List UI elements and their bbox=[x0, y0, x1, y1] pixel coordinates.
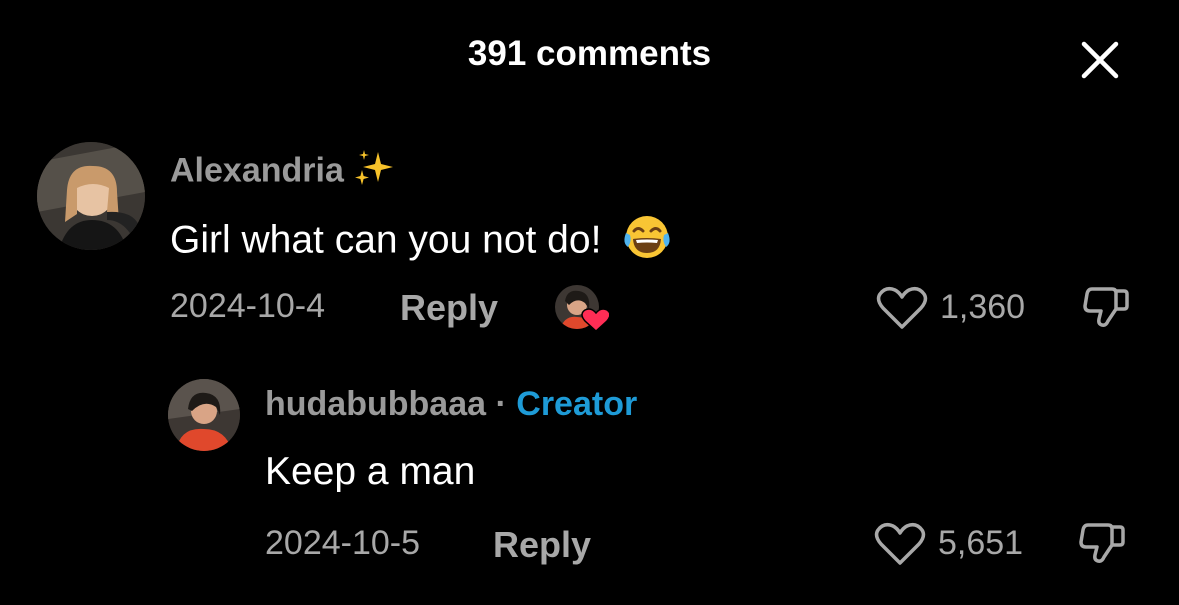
reply-button[interactable]: Reply bbox=[493, 524, 591, 566]
reply-username-row: hudabubbaaa · Creator bbox=[265, 385, 637, 424]
reply-username[interactable]: hudabubbaaa bbox=[265, 385, 486, 423]
laughing-emoji bbox=[620, 213, 674, 271]
reply-date: 2024-10-5 bbox=[265, 524, 421, 562]
dislike-button[interactable] bbox=[1080, 283, 1132, 333]
reply-button[interactable]: Reply bbox=[400, 287, 498, 329]
dislike-icon bbox=[1079, 523, 1125, 563]
heart-icon bbox=[876, 286, 928, 329]
dislike-button[interactable] bbox=[1076, 519, 1128, 569]
comment-date: 2024-10-4 bbox=[170, 287, 326, 325]
comment-text: Girl what can you not do! bbox=[170, 213, 674, 271]
separator: · bbox=[495, 385, 507, 423]
heart-icon bbox=[874, 522, 926, 565]
creator-liked-badge bbox=[553, 283, 611, 333]
creator-badge: Creator bbox=[516, 385, 638, 423]
reply-text: Keep a man bbox=[265, 450, 476, 493]
like-count: 1,360 bbox=[940, 288, 1026, 326]
comments-count-title: 391 comments bbox=[467, 34, 712, 73]
like-count: 5,651 bbox=[938, 524, 1024, 562]
close-icon bbox=[1081, 41, 1119, 79]
avatar[interactable] bbox=[37, 142, 145, 250]
sparkles-emoji bbox=[352, 148, 396, 197]
like-button[interactable] bbox=[876, 285, 928, 331]
close-button[interactable] bbox=[1078, 38, 1122, 82]
dislike-icon bbox=[1083, 287, 1129, 327]
like-button[interactable] bbox=[874, 521, 926, 567]
comment-username[interactable]: Alexandria bbox=[170, 148, 396, 197]
avatar[interactable] bbox=[168, 379, 240, 451]
